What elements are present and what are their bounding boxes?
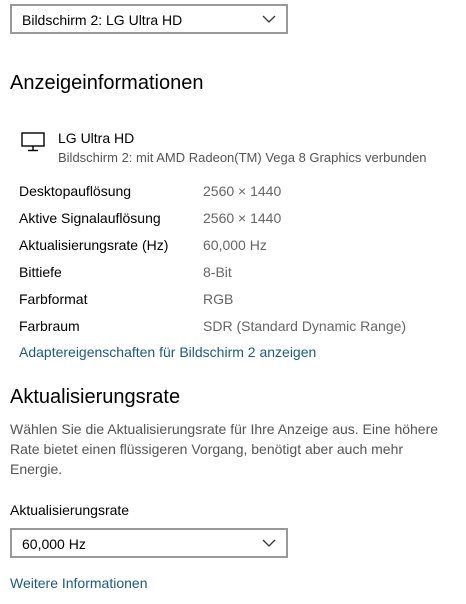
info-label: Desktopauflösung: [19, 183, 132, 199]
info-value: RGB: [203, 291, 234, 307]
adapter-properties-link[interactable]: Adaptereigenschaften für Bildschirm 2 an…: [19, 342, 316, 362]
display-info-heading: Anzeigeinformationen: [10, 72, 204, 94]
info-value: 2560 × 1440: [203, 210, 282, 226]
refresh-rate-description: Wählen Sie die Aktualisierungsrate für I…: [10, 421, 439, 477]
refresh-rate-dropdown[interactable]: 60,000 Hz: [10, 528, 288, 558]
info-label: Farbformat: [19, 291, 88, 307]
refresh-rate-value: 60,000 Hz: [22, 536, 86, 552]
display-select-dropdown[interactable]: Bildschirm 2: LG Ultra HD: [10, 4, 288, 34]
display-select-value: Bildschirm 2: LG Ultra HD: [22, 12, 183, 28]
info-row-color-format: Farbformat RGB: [0, 289, 466, 309]
info-label: Farbraum: [19, 318, 80, 334]
more-info-link[interactable]: Weitere Informationen: [10, 573, 147, 593]
monitor-name: LG Ultra HD: [58, 130, 135, 146]
monitor-description: Bildschirm 2: mit AMD Radeon(TM) Vega 8 …: [58, 150, 427, 165]
info-value: 2560 × 1440: [203, 183, 282, 199]
info-row-active-signal-resolution: Aktive Signalauflösung 2560 × 1440: [0, 208, 466, 228]
info-value: 8-Bit: [203, 264, 232, 280]
info-row-desktop-resolution: Desktopauflösung 2560 × 1440: [0, 181, 466, 201]
refresh-rate-heading: Aktualisierungsrate: [10, 386, 181, 408]
info-row-bit-depth: Bittiefe 8-Bit: [0, 262, 466, 282]
info-value: 60,000 Hz: [203, 237, 267, 253]
refresh-rate-field-label: Aktualisierungsrate: [10, 502, 130, 518]
chevron-down-icon: [262, 15, 276, 23]
chevron-down-icon: [262, 539, 276, 547]
info-value: SDR (Standard Dynamic Range): [203, 318, 407, 334]
info-row-refresh-rate: Aktualisierungsrate (Hz) 60,000 Hz: [0, 235, 466, 255]
info-label: Aktualisierungsrate (Hz): [19, 237, 169, 253]
info-row-color-space: Farbraum SDR (Standard Dynamic Range): [0, 316, 466, 336]
monitor-icon: [21, 132, 45, 152]
info-label: Bittiefe: [19, 264, 62, 280]
info-label: Aktive Signalauflösung: [19, 210, 161, 226]
